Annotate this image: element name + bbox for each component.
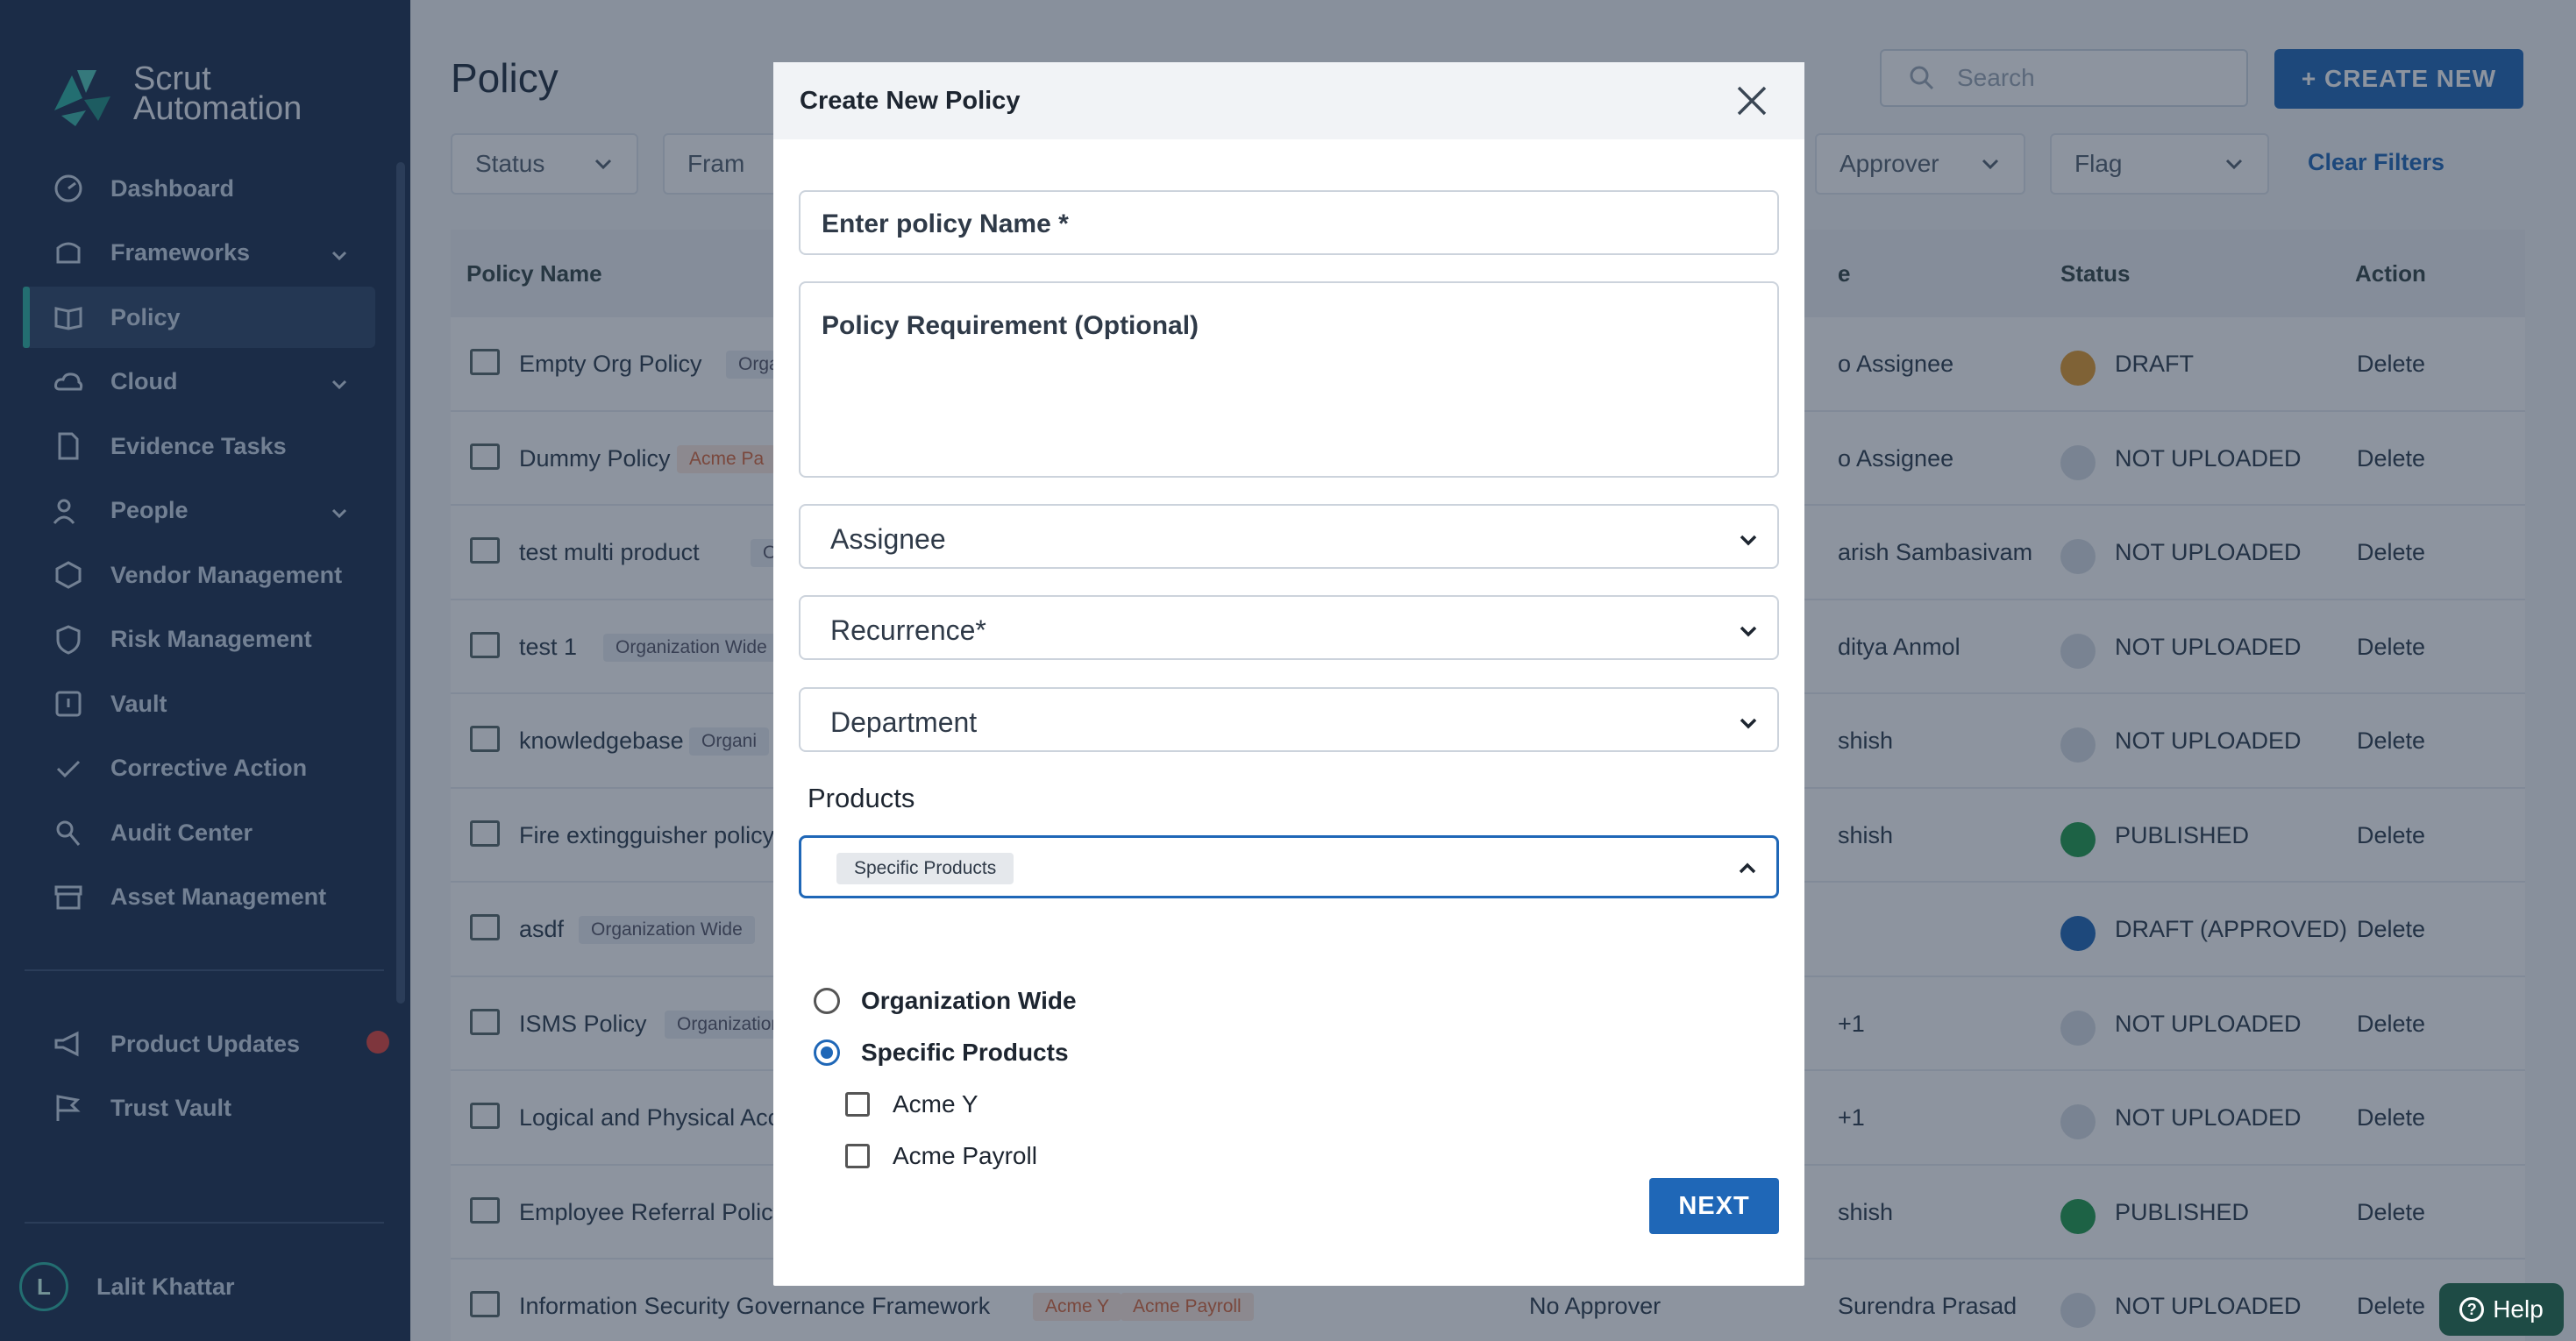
radio-button[interactable] xyxy=(814,988,840,1014)
modal-header: Create New Policy xyxy=(773,62,1804,139)
radio-button[interactable] xyxy=(814,1039,840,1066)
department-label: Department xyxy=(830,706,978,738)
checkbox-label: Acme Y xyxy=(893,1090,978,1118)
radio-organization-wide[interactable]: Organization Wide xyxy=(814,987,1077,1015)
next-button[interactable]: NEXT xyxy=(1649,1178,1779,1234)
chevron-up-icon xyxy=(1736,857,1759,884)
checkbox-acme-payroll[interactable]: Acme Payroll xyxy=(845,1142,1037,1170)
question-icon: ? xyxy=(2459,1297,2485,1322)
policy-name-placeholder: Enter policy Name * xyxy=(822,209,1069,238)
checkbox[interactable] xyxy=(845,1092,870,1117)
modal-title: Create New Policy xyxy=(800,86,1021,115)
assignee-label: Assignee xyxy=(830,523,946,555)
policy-requirement-placeholder: Policy Requirement (Optional) xyxy=(822,311,1199,340)
chevron-down-icon xyxy=(1737,620,1760,647)
radio-specific-products[interactable]: Specific Products xyxy=(814,1039,1069,1067)
checkbox-label: Acme Payroll xyxy=(893,1142,1037,1169)
radio-label: Organization Wide xyxy=(861,987,1077,1014)
recurrence-label: Recurrence* xyxy=(830,614,986,646)
recurrence-select[interactable]: Recurrence* xyxy=(799,595,1779,660)
selected-chip: Specific Products xyxy=(836,853,1014,884)
policy-requirement-field[interactable]: Policy Requirement (Optional) xyxy=(799,281,1779,478)
close-icon xyxy=(1737,86,1767,116)
checkbox-acme-y[interactable]: Acme Y xyxy=(845,1090,978,1118)
chevron-down-icon xyxy=(1737,712,1760,739)
products-label: Products xyxy=(808,783,915,813)
radio-label: Specific Products xyxy=(861,1039,1069,1066)
create-policy-modal: Create New Policy Enter policy Name * Po… xyxy=(773,62,1804,1286)
help-button[interactable]: ? Help xyxy=(2439,1283,2564,1336)
assignee-select[interactable]: Assignee xyxy=(799,504,1779,569)
checkbox[interactable] xyxy=(845,1144,870,1168)
chevron-down-icon xyxy=(1737,529,1760,556)
close-button[interactable] xyxy=(1733,82,1771,120)
policy-name-field[interactable]: Enter policy Name * xyxy=(799,190,1779,255)
help-label: Help xyxy=(2493,1295,2544,1323)
products-select[interactable]: Specific Products xyxy=(799,835,1779,898)
department-select[interactable]: Department xyxy=(799,687,1779,752)
